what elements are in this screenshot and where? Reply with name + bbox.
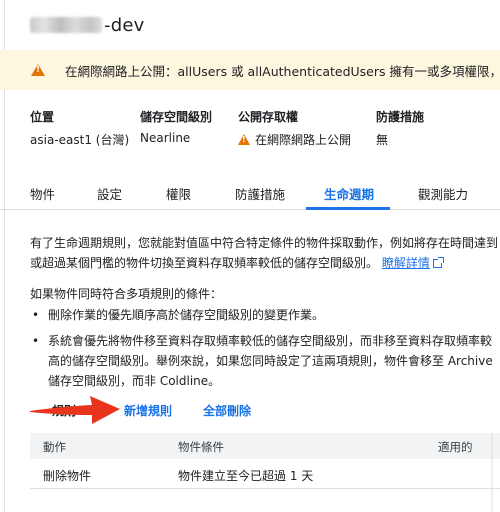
- protection-value: 無: [376, 133, 389, 147]
- tab-lifecycle[interactable]: 生命週期: [324, 184, 374, 203]
- public-access-value: 在網際網路上公開: [255, 133, 352, 147]
- tab-objects[interactable]: 物件: [30, 184, 55, 203]
- external-link-icon: [432, 257, 444, 268]
- delete-all-button[interactable]: 全部刪除: [203, 402, 251, 419]
- tab-protection[interactable]: 防護措施: [235, 184, 285, 203]
- storage-class-label: 儲存空間級別: [140, 110, 213, 124]
- page-title: -dev: [30, 13, 144, 37]
- storage-class-info: 儲存空間級別 Nearline: [140, 108, 212, 145]
- table-header: 動作 物件條件 適用的: [30, 433, 500, 459]
- multi-rule-list: 刪除作業的優先順序高於儲存空間級別的變更作業。 系統會優先將物件移至資料存取頻率…: [30, 305, 500, 397]
- public-access-info: 公開存取權 在網際網路上公開: [238, 108, 351, 148]
- column-header-condition: 物件條件: [178, 440, 224, 454]
- protection-info: 防護措施 無: [376, 108, 424, 148]
- bucket-name-suffix: -dev: [104, 14, 145, 36]
- list-item: 系統會優先將物件移至資料存取頻率較低的儲存空間級別，而非移至資料存取頻率較高的儲…: [30, 331, 500, 391]
- rule-action-cell: 刪除物件: [43, 469, 92, 483]
- column-header-applies-to: 適用的: [438, 440, 473, 454]
- banner-text: 在網際網路上公開：allUsers 或 allAuthenticatedUser…: [65, 63, 500, 79]
- column-header-action: 動作: [43, 440, 66, 454]
- warning-icon: [238, 134, 250, 145]
- public-access-warning-banner: 在網際網路上公開：allUsers 或 allAuthenticatedUser…: [0, 50, 500, 90]
- table-row: 刪除物件 物件建立至今已超過 1 天: [30, 459, 500, 489]
- red-arrow-annotation: [30, 396, 120, 424]
- warning-icon: [31, 64, 45, 76]
- bucket-tabs: 物件 設定 權限 防護措施 生命週期 觀測能力: [0, 172, 500, 210]
- tab-configuration[interactable]: 設定: [97, 184, 122, 203]
- protection-label: 防護措施: [376, 110, 425, 124]
- storage-class-value: Nearline: [140, 131, 191, 145]
- lifecycle-intro: 有了生命週期規則，您就能對值區中符合特定條件的物件採取動作，例如將存在時間達到或…: [30, 233, 500, 273]
- multi-rule-heading: 如果物件同時符合多項規則的條件：: [30, 287, 223, 301]
- learn-more-link[interactable]: 瞭解詳情: [382, 256, 430, 270]
- tab-observability[interactable]: 觀測能力: [418, 184, 468, 203]
- bucket-header: -dev: [0, 0, 500, 46]
- active-tab-indicator: [306, 207, 390, 210]
- location-label: 位置: [30, 110, 55, 124]
- public-access-label: 公開存取權: [238, 110, 299, 124]
- redacted-bucket-name: [30, 17, 102, 33]
- add-rule-button[interactable]: 新增規則: [124, 402, 172, 419]
- location-info: 位置 asia-east1 (台灣): [30, 108, 129, 148]
- location-value: asia-east1 (台灣): [30, 133, 130, 147]
- tab-permissions[interactable]: 權限: [166, 184, 191, 203]
- rule-condition-cell: 物件建立至今已超過 1 天: [178, 469, 314, 483]
- table-scroll-edge[interactable]: [485, 433, 500, 512]
- public-access-status: 在網際網路上公開: [238, 131, 351, 148]
- bucket-info: 位置 asia-east1 (台灣) 儲存空間級別 Nearline 公開存取權…: [0, 108, 500, 152]
- lifecycle-rules-table: 動作 物件條件 適用的 刪除物件 物件建立至今已超過 1 天: [30, 433, 500, 489]
- list-item: 刪除作業的優先順序高於儲存空間級別的變更作業。: [30, 305, 500, 325]
